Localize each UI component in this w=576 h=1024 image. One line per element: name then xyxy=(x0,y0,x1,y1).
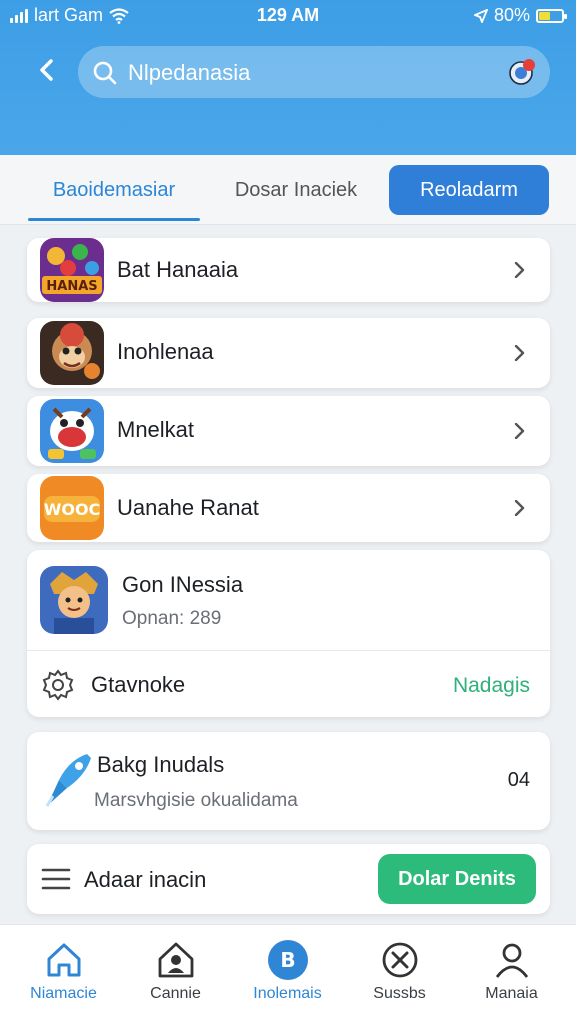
list-item-label: Bat Hanaaia xyxy=(117,257,239,282)
chevron-right-icon xyxy=(514,500,525,516)
svg-text:WOOC: WOOC xyxy=(44,500,101,519)
setting-label: Gtavnoke xyxy=(91,672,186,697)
gear-icon xyxy=(42,669,74,701)
stats-count: 04 xyxy=(507,769,530,791)
nav-item-sussbs[interactable]: Sussbs xyxy=(342,925,457,1024)
svg-text:B: B xyxy=(280,948,295,972)
menu-card: Adaar inacin Dolar Denits xyxy=(27,844,550,914)
game-character-icon xyxy=(40,566,108,634)
person-icon xyxy=(495,943,529,978)
stats-subtitle: Marsvhgisie okualidama xyxy=(94,790,298,811)
b-circle-icon: B xyxy=(268,940,308,980)
tab-bar: Baoidemasiar Dosar Inaciek Reoladarm xyxy=(0,155,576,225)
app-header: lart Gam 129 AM 80% Nlpedanasia xyxy=(0,0,576,155)
nav-label: Inolemais xyxy=(253,985,322,1002)
battery-icon xyxy=(536,8,567,23)
search-query: Nlpedanasia xyxy=(128,60,251,85)
list-item-label: Inohlenaa xyxy=(117,339,214,364)
stats-title: Bakg Inudals xyxy=(97,752,225,777)
monkey-game-icon xyxy=(40,321,104,385)
nav-label: Cannie xyxy=(150,985,201,1002)
list-item-label: Mnelkat xyxy=(117,417,195,442)
svg-text:HANAS: HANAS xyxy=(46,279,97,294)
dolar-denits-button[interactable]: Dolar Denits xyxy=(378,854,536,904)
cartoon-face-icon xyxy=(40,399,104,463)
chevron-right-icon xyxy=(514,345,525,361)
nav-item-cannie[interactable]: Cannie xyxy=(118,925,233,1024)
bottom-navigation: Niamacie Cannie B Inolemais Sussbs Manai… xyxy=(0,924,576,1024)
setting-row[interactable]: Gtavnoke Nadagis xyxy=(27,651,550,717)
game-subtitle: Opnan: 289 xyxy=(122,608,222,629)
chevron-right-icon xyxy=(514,262,525,278)
search-input[interactable]: Nlpedanasia xyxy=(78,46,550,98)
list-item-label: Uanahe Ranat xyxy=(117,495,259,520)
rocket-icon xyxy=(45,754,91,807)
tab-baoidemasiar[interactable]: Baoidemasiar xyxy=(28,155,200,225)
nav-item-inolemais[interactable]: B Inolemais xyxy=(230,925,345,1024)
game-detail-card: Gon INessia Opnan: 289 Gtavnoke Nadagis xyxy=(27,550,550,717)
menu-label: Adaar inacin xyxy=(84,867,207,892)
status-bar: lart Gam 129 AM 80% xyxy=(0,0,576,32)
nav-item-niamacie[interactable]: Niamacie xyxy=(6,925,121,1024)
list-item[interactable]: HANAS Bat Hanaaia xyxy=(27,238,550,302)
crossed-circle-icon xyxy=(382,942,418,978)
menu-icon[interactable] xyxy=(41,867,71,891)
tab-dosar-inaciek[interactable]: Dosar Inaciek xyxy=(220,155,372,225)
nav-item-manaia[interactable]: Manaia xyxy=(454,925,569,1024)
stats-card[interactable]: Bakg Inudals Marsvhgisie okualidama 04 xyxy=(27,732,550,830)
nav-label: Niamacie xyxy=(30,985,97,1002)
list-item[interactable]: WOOC Uanahe Ranat xyxy=(27,474,550,542)
location-icon xyxy=(473,8,488,23)
house-person-icon xyxy=(158,942,194,978)
list-item[interactable]: Mnelkat xyxy=(27,396,550,466)
back-button[interactable] xyxy=(28,52,64,88)
notification-badge-icon[interactable] xyxy=(506,56,538,88)
setting-value[interactable]: Nadagis xyxy=(453,674,530,698)
nav-label: Sussbs xyxy=(373,985,426,1002)
puzzle-game-icon: HANAS xyxy=(40,238,104,302)
wooc-logo-icon: WOOC xyxy=(40,476,104,540)
home-icon xyxy=(47,943,81,977)
game-title: Gon INessia xyxy=(122,572,244,597)
nav-label: Manaia xyxy=(485,985,538,1002)
reoladarm-button[interactable]: Reoladarm xyxy=(389,165,549,215)
search-icon xyxy=(93,61,117,85)
chevron-left-icon xyxy=(40,59,53,81)
list-item[interactable]: Inohlenaa xyxy=(27,318,550,388)
chevron-right-icon xyxy=(514,423,525,439)
battery-percent: 80% xyxy=(493,5,530,25)
